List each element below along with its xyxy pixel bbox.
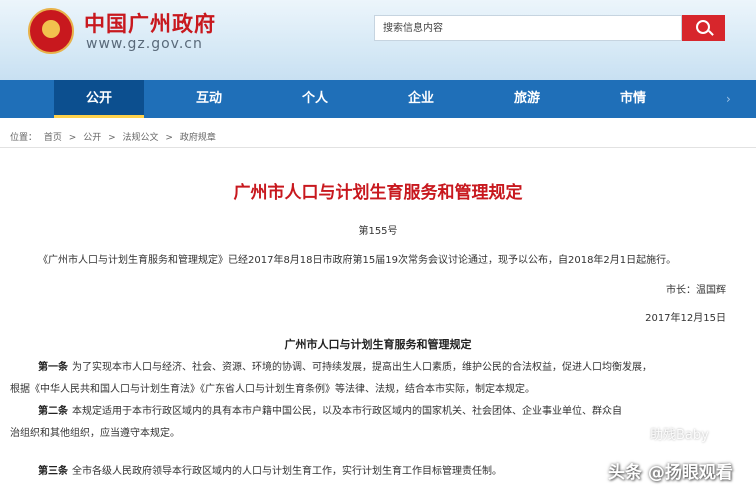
article-3-label: 第三条 <box>38 466 68 477</box>
article-2-line-1: 本规定适用于本市行政区域内的具有本市户籍中国公民，以及本市行政区域内的国家机关、… <box>72 406 622 417</box>
watermark-brand: 头条 @扬眼观看 <box>608 463 733 483</box>
national-emblem-icon[interactable] <box>28 8 74 54</box>
page-title: 广州市人口与计划生育服务和管理规定 <box>233 183 523 203</box>
order-number: 第155号 <box>358 226 398 237</box>
site-name[interactable]: 中国广州政府 <box>84 8 216 38</box>
regulation-subtitle: 广州市人口与计划生育服务和管理规定 <box>284 338 472 351</box>
article-1-line-1: 为了实现本市人口与经济、社会、资源、环境的协调、可持续发展，提高出生人口素质，维… <box>72 362 652 373</box>
breadcrumb-item-government-rules[interactable]: 政府规章 <box>180 133 216 143</box>
breadcrumb-item-home[interactable]: 首页 <box>44 133 62 143</box>
mayor-signature: 市长：温国辉 <box>666 285 726 296</box>
article-1-label: 第一条 <box>38 362 68 373</box>
main-nav: 公开 互动 个人 企业 旅游 市情 › <box>0 80 756 118</box>
article-1: 第一条 为了实现本市人口与经济、社会、资源、环境的协调、可持续发展，提高出生人口素… <box>10 357 740 401</box>
search-button[interactable] <box>682 15 725 41</box>
nav-more-icon[interactable]: › <box>726 80 731 118</box>
nav-item-personal[interactable]: 个人 <box>270 80 360 118</box>
breadcrumb-separator: > <box>108 133 116 143</box>
article-2: 第二条 本规定适用于本市行政区域内的具有本市户籍中国公民，以及本市行政区域内的国家… <box>10 401 740 445</box>
watermark-small: 助残Baby <box>650 428 709 443</box>
issue-date: 2017年12月15日 <box>645 313 726 324</box>
article-1-line-2: 根据《中华人民共和国人口与计划生育法》《广东省人口与计划生育条例》等法律、法规，… <box>10 384 535 395</box>
search-icon-handle <box>708 30 714 36</box>
nav-item-tourism[interactable]: 旅游 <box>482 80 572 118</box>
breadcrumb-item-regulations[interactable]: 法规公文 <box>123 133 159 143</box>
nav-item-enterprise[interactable]: 企业 <box>376 80 466 118</box>
article-3-line-1: 全市各级人民政府领导本行政区域内的人口与计划生育工作，实行计划生育工作目标管理责… <box>72 466 502 477</box>
breadcrumb-item-public[interactable]: 公开 <box>83 133 101 143</box>
article-2-line-2: 治组织和其他组织，应当遵守本规定。 <box>10 428 180 439</box>
breadcrumb-prefix: 位置： <box>10 133 38 143</box>
site-domain: www.gz.gov.cn <box>86 36 203 52</box>
article-2-label: 第二条 <box>38 406 68 417</box>
breadcrumb: 位置： 首页 > 公开 > 法规公文 > 政府规章 <box>10 130 220 143</box>
search-box <box>374 15 682 41</box>
nav-item-interaction[interactable]: 互动 <box>164 80 254 118</box>
breadcrumb-separator: > <box>68 133 77 143</box>
breadcrumb-separator: > <box>165 133 173 143</box>
site-header: 中国广州政府 www.gz.gov.cn <box>0 0 756 80</box>
nav-item-city-info[interactable]: 市情 <box>588 80 678 118</box>
nav-item-public[interactable]: 公开 <box>54 80 144 118</box>
divider <box>0 147 756 148</box>
search-input[interactable] <box>375 16 681 41</box>
promulgation-notice: 《广州市人口与计划生育服务和管理规定》已经2017年8月18日市政府第15届19… <box>38 255 677 266</box>
